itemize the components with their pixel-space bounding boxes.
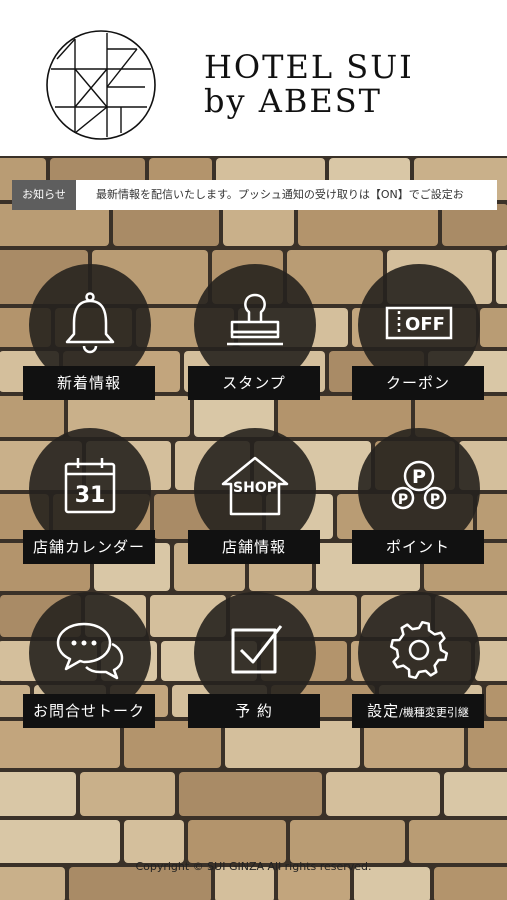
copyright: Copyright © SUI GINZA All rights reserve… — [135, 860, 372, 873]
stone — [0, 772, 76, 816]
stone — [496, 250, 507, 304]
hotel-logo-icon — [46, 30, 156, 140]
stone — [80, 772, 175, 816]
brand-line-1: HOTEL SUI — [204, 48, 414, 86]
stone — [480, 308, 507, 347]
gear-icon — [389, 620, 449, 680]
stone — [409, 820, 507, 863]
stone — [113, 204, 219, 246]
main-area: お知らせ 最新情報を配信いたします。プッシュ通知の受け取りは【ON】でご設定お … — [0, 156, 507, 900]
header: HOTEL SUI by ABEST — [0, 0, 507, 156]
menu-points[interactable]: P P P ポイント — [352, 428, 484, 580]
bell-icon — [65, 292, 115, 354]
settings-label-sub: /機種変更引継 — [399, 706, 469, 719]
menu-label: 予 約 — [188, 694, 320, 728]
news-ticker[interactable]: お知らせ 最新情報を配信いたします。プッシュ通知の受け取りは【ON】でご設定お — [12, 180, 497, 210]
menu-store-calendar[interactable]: 31 店舗カレンダー — [23, 428, 155, 580]
stone — [223, 204, 294, 246]
menu-store-info[interactable]: SHOP 店舗情報 — [188, 428, 320, 580]
menu-stamp[interactable]: スタンプ — [188, 264, 320, 416]
svg-text:P: P — [398, 492, 408, 508]
stone — [179, 772, 322, 816]
checkbox-icon — [231, 625, 283, 674]
coupon-icon: OFF — [385, 306, 453, 340]
menu-settings[interactable]: 設定/機種変更引継 — [352, 592, 484, 744]
chat-icon — [56, 622, 124, 680]
menu-label: 店舗情報 — [188, 530, 320, 564]
stone — [442, 204, 507, 246]
menu-label: 設定/機種変更引継 — [352, 694, 484, 728]
shop-icon: SHOP — [221, 456, 289, 516]
stone — [0, 204, 109, 246]
svg-text:P: P — [412, 466, 426, 488]
stone — [298, 204, 438, 246]
svg-text:OFF: OFF — [405, 314, 445, 335]
stone — [0, 820, 120, 863]
menu-coupon[interactable]: OFF クーポン — [352, 264, 484, 416]
menu-inquiry-talk[interactable]: お問合せトーク — [23, 592, 155, 744]
svg-text:P: P — [430, 492, 440, 508]
stone — [290, 820, 405, 863]
svg-text:SHOP: SHOP — [233, 480, 277, 496]
stone — [124, 820, 184, 863]
stone — [326, 772, 440, 816]
menu-label: 店舗カレンダー — [23, 530, 155, 564]
menu-label: ポイント — [352, 530, 484, 564]
menu-reservation[interactable]: 予 約 — [188, 592, 320, 744]
brand-name: HOTEL SUI by ABEST — [204, 50, 414, 118]
menu-label: 新着情報 — [23, 366, 155, 400]
news-text: 最新情報を配信いたします。プッシュ通知の受け取りは【ON】でご設定お — [96, 188, 464, 201]
svg-text:31: 31 — [75, 483, 106, 508]
brand-line-2: by ABEST — [204, 82, 382, 120]
settings-label-main: 設定 — [367, 702, 400, 720]
stamp-icon — [227, 293, 283, 346]
points-icon: P P P — [391, 460, 447, 510]
menu-label: クーポン — [352, 366, 484, 400]
menu-news[interactable]: 新着情報 — [23, 264, 155, 416]
stone — [486, 685, 507, 717]
stone — [188, 820, 286, 863]
menu-label: スタンプ — [188, 366, 320, 400]
menu-label: お問合せトーク — [23, 694, 155, 728]
calendar-icon: 31 — [64, 458, 116, 514]
stone — [444, 772, 507, 816]
news-label: お知らせ — [12, 180, 76, 210]
